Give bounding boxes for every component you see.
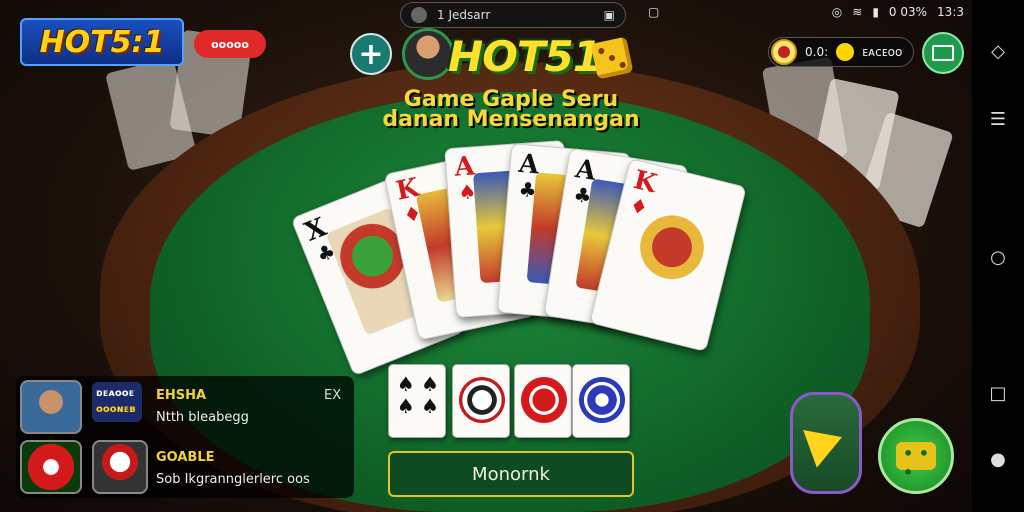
square-icon[interactable]: □: [986, 382, 1010, 406]
gold-coin-icon: [836, 43, 855, 61]
action-button[interactable]: Monornk: [388, 451, 634, 497]
player-avatar[interactable]: [20, 380, 82, 434]
chat-button[interactable]: [878, 418, 954, 494]
blue-chip-icon: [579, 377, 625, 423]
coin-right-value: ᴇᴀᴄᴇᴏᴏ: [862, 45, 903, 59]
player-badge: ᴅᴇᴀᴏᴏᴇ ᴏᴏᴏɴᴇʙ: [92, 382, 142, 422]
spade-suit-icon: ♠ ♠ ♠ ♠: [396, 372, 440, 418]
add-button[interactable]: +: [350, 33, 392, 75]
player-name: GOABLE: [156, 450, 215, 465]
player-status: Sob Ikgrannglerlerc oos: [156, 472, 310, 487]
home-circle-icon[interactable]: ○: [986, 246, 1010, 270]
arrow-icon: [803, 418, 849, 468]
mini-card-chip[interactable]: [514, 364, 572, 438]
player-mark: EX: [324, 388, 342, 403]
status-left-icons: ▢: [648, 5, 659, 19]
play-button[interactable]: [790, 392, 862, 494]
menu-icon[interactable]: ☰: [986, 108, 1010, 132]
white-chip-icon: [459, 377, 505, 423]
notification-pill[interactable]: 1 Jedsarr ▣: [400, 2, 626, 28]
player-panel: ᴅᴇᴀᴏᴏᴇ ᴏᴏᴏɴᴇʙ EHSHA Ntth bleabegg EX GOA…: [16, 376, 354, 498]
shop-icon: [932, 45, 954, 61]
mini-card-chip[interactable]: [452, 364, 510, 438]
rotate-icon[interactable]: ◇: [986, 40, 1010, 64]
dice-icon: [590, 36, 634, 80]
clock: 13:3: [937, 5, 964, 19]
system-nav-bar: ◇ ☰ ○ □ ●: [972, 0, 1024, 512]
player-avatar[interactable]: [92, 440, 148, 494]
alarm-icon: ◎: [831, 5, 843, 19]
wifi-icon: ≋: [852, 5, 863, 19]
host-avatar: [402, 28, 454, 80]
battery-icon: ▮: [872, 5, 879, 19]
shop-button[interactable]: [922, 32, 964, 74]
mini-card-spades[interactable]: ♠ ♠ ♠ ♠: [388, 364, 446, 438]
battery-text: 0 03%: [888, 5, 928, 19]
notification-icon: [411, 7, 427, 23]
notification-label: 1 Jedsarr: [437, 8, 491, 22]
status-right: ◎ ≋ ▮ 0 03% 13:3: [832, 5, 964, 19]
currency-pill[interactable]: 0.0: ᴇᴀᴄᴇᴏᴏ: [768, 37, 914, 67]
image-icon: ▣: [603, 8, 615, 22]
game-title: HOT51: [448, 32, 602, 81]
red-chip-icon: [771, 39, 797, 65]
cast-icon: ▢: [648, 5, 660, 19]
player-tag: ᴅᴇᴀᴏᴏᴇ: [96, 388, 135, 399]
player-name: EHSHA: [156, 388, 207, 403]
red-badge-button[interactable]: ᴏᴏᴏᴏᴏ: [194, 30, 266, 58]
chat-icon: [896, 442, 936, 482]
red-chip-icon: [521, 377, 567, 423]
player-tag2: ᴏᴏᴏɴᴇʙ: [96, 404, 136, 415]
brand-logo: HOT5:1: [20, 18, 184, 66]
mic-icon[interactable]: ●: [986, 448, 1010, 472]
subtitle-line2: danan Mensenangan: [382, 107, 640, 132]
player-status: Ntth bleabegg: [156, 410, 249, 425]
coin-left-value: 0.0:: [805, 45, 829, 59]
player-avatar-chip[interactable]: [20, 440, 82, 494]
mini-card-chip[interactable]: [572, 364, 630, 438]
